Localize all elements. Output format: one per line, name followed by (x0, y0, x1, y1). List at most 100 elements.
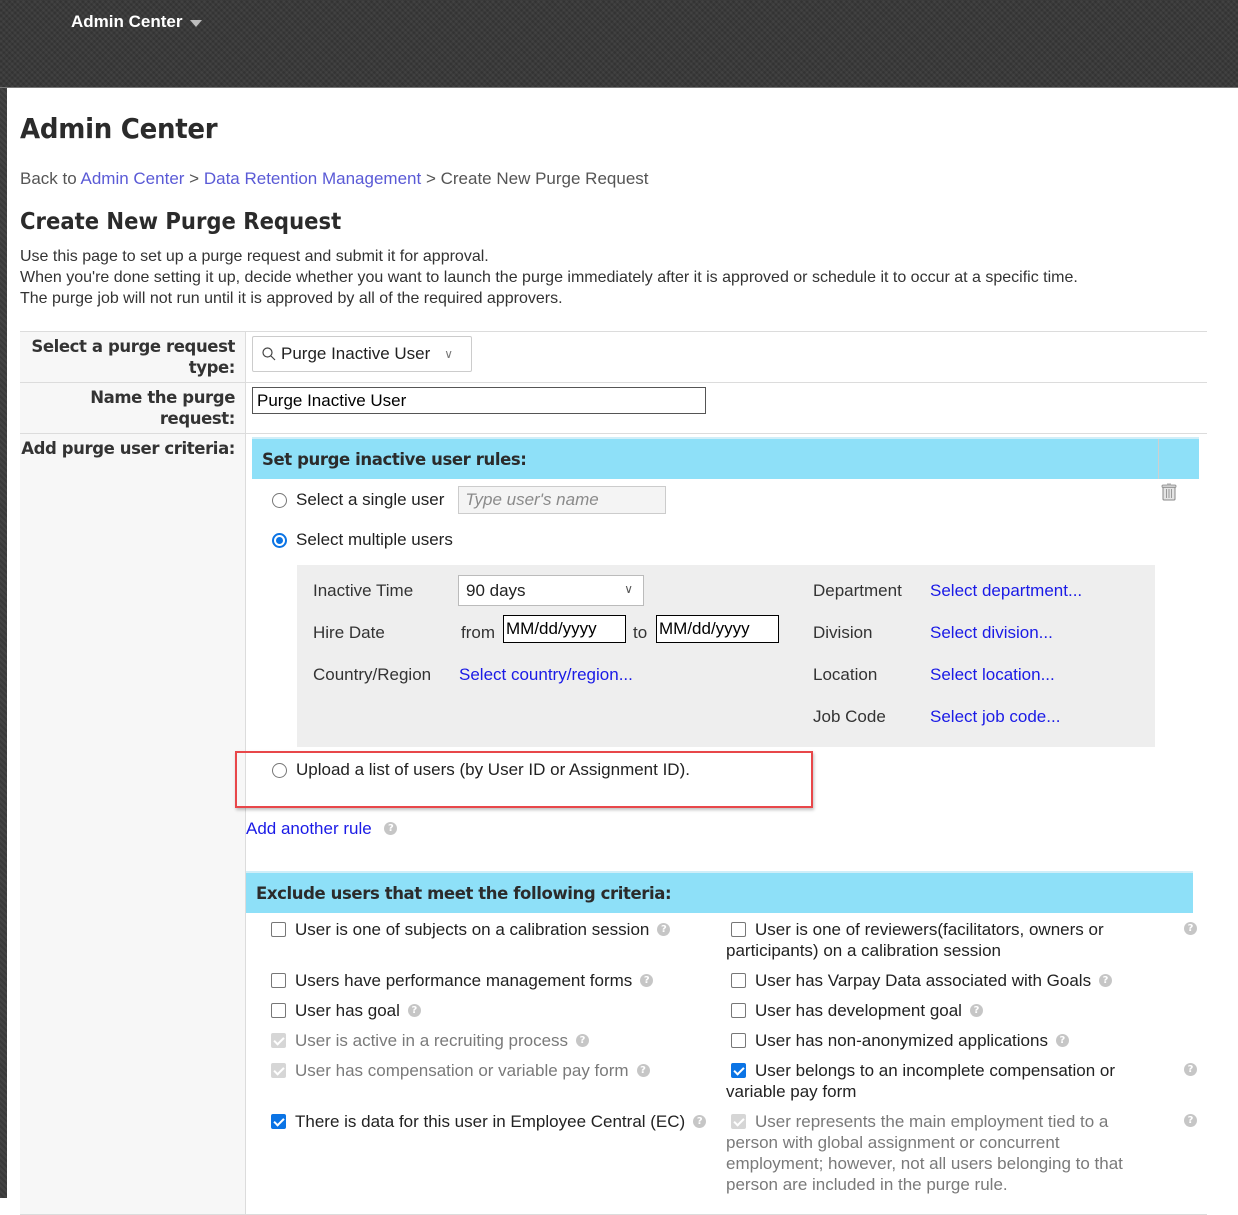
multiple-users-option: Select multiple users (272, 530, 453, 550)
exclude-option: User has non-anonymized applications? (731, 1030, 1069, 1051)
intro-line: Use this page to set up a purge request … (20, 248, 489, 265)
single-user-radio[interactable] (272, 492, 287, 508)
division-label: Division (813, 623, 873, 642)
exclude-option-label: User is one of subjects on a calibration… (295, 920, 650, 939)
exclude-option-label: User is active in a recruiting process (295, 1031, 569, 1050)
help-icon[interactable]: ? (384, 822, 398, 835)
trash-icon[interactable] (1159, 482, 1179, 502)
exclude-section-header: Exclude users that meet the following cr… (246, 871, 1193, 913)
exclude-checkbox[interactable] (731, 1003, 746, 1018)
exclude-checkbox[interactable] (271, 922, 286, 937)
exclude-checkbox[interactable] (731, 922, 746, 937)
page-title: Admin Center (20, 112, 218, 145)
add-another-rule-link[interactable]: Add another rule (246, 819, 372, 838)
upload-users-label: Upload a list of users (by User ID or As… (296, 760, 690, 779)
purge-name-input[interactable] (252, 387, 706, 414)
rules-section-title: Set purge inactive user rules: (262, 449, 527, 469)
exclude-option: User has goal? (271, 1000, 421, 1021)
hire-date-to-input[interactable] (656, 615, 779, 643)
select-job-code-link[interactable]: Select job code... (930, 707, 1060, 727)
exclude-option: User has compensation or variable pay fo… (271, 1060, 650, 1081)
multiple-users-label: Select multiple users (296, 530, 453, 549)
exclude-checkbox[interactable] (731, 973, 746, 988)
filter-panel: Inactive Time 90 days ∨ Hire Date from t… (297, 565, 1155, 747)
inactive-time-label: Inactive Time (313, 581, 414, 600)
purge-criteria-label: Add purge user criteria: (20, 434, 246, 1214)
exclude-checkbox-checked[interactable] (731, 1063, 746, 1078)
top-navigation-bar: Admin Center (0, 0, 1238, 88)
help-icon[interactable]: ? (407, 1004, 421, 1017)
breadcrumb-link-data-retention[interactable]: Data Retention Management (204, 169, 421, 188)
purge-type-select[interactable]: Purge Inactive User ∨ (252, 336, 472, 372)
chevron-down-icon: ∨ (444, 347, 454, 361)
purge-type-label: Select a purge request type: (20, 332, 246, 382)
help-icon[interactable]: ? (1184, 1063, 1197, 1076)
breadcrumb-link-admin-center[interactable]: Admin Center (81, 169, 185, 188)
admin-center-menu-label: Admin Center (71, 12, 183, 31)
help-icon[interactable]: ? (969, 1004, 983, 1017)
exclude-option-label: User is one of reviewers(facilitators, o… (726, 920, 1104, 960)
help-icon[interactable]: ? (693, 1115, 707, 1128)
purge-type-cell: Purge Inactive User ∨ (246, 332, 1207, 382)
left-edge-bar (0, 88, 7, 1198)
user-name-input[interactable] (458, 486, 667, 514)
exclude-option: User represents the main employment tied… (726, 1111, 1146, 1195)
help-icon[interactable]: ? (1184, 1114, 1197, 1127)
upload-users-option: Upload a list of users (by User ID or As… (272, 760, 690, 780)
help-icon[interactable]: ? (576, 1034, 590, 1047)
help-icon[interactable]: ? (657, 923, 671, 936)
exclude-option: User has development goal? (731, 1000, 983, 1021)
select-division-link[interactable]: Select division... (930, 623, 1053, 643)
country-region-label: Country/Region (313, 665, 432, 684)
department-label: Department (813, 581, 902, 600)
exclude-checkbox-checked[interactable] (271, 1114, 286, 1129)
purge-name-cell (246, 383, 1207, 433)
hire-date-from-input[interactable] (503, 615, 626, 643)
exclude-checkbox-disabled (731, 1114, 746, 1129)
exclude-option-label: User has goal (295, 1001, 400, 1020)
breadcrumb: Back to Admin Center > Data Retention Ma… (20, 169, 649, 189)
upload-users-radio[interactable] (272, 762, 287, 778)
admin-center-menu[interactable]: Admin Center (71, 12, 203, 32)
breadcrumb-separator: > (425, 169, 436, 188)
exclude-option: User belongs to an incomplete compensati… (726, 1060, 1146, 1102)
exclude-option-label: User belongs to an incomplete compensati… (726, 1061, 1116, 1101)
form-row-type: Select a purge request type: Purge Inact… (20, 332, 1207, 383)
help-icon[interactable]: ? (640, 974, 654, 987)
hire-date-from-label: from (461, 623, 495, 642)
purge-name-label: Name the purge request: (20, 383, 246, 433)
purge-type-value: Purge Inactive User (281, 344, 431, 363)
exclude-checkbox[interactable] (731, 1033, 746, 1048)
inactive-time-value: 90 days (466, 581, 526, 600)
help-icon[interactable]: ? (636, 1064, 650, 1077)
exclude-checkbox-disabled (271, 1063, 286, 1078)
purge-criteria-cell: Set purge inactive user rules: Select a … (235, 434, 1207, 1214)
breadcrumb-current: Create New Purge Request (440, 169, 649, 188)
select-department-link[interactable]: Select department... (930, 581, 1082, 601)
select-country-region-link[interactable]: Select country/region... (459, 665, 633, 685)
help-icon[interactable]: ? (1184, 922, 1197, 935)
exclude-option: User is active in a recruiting process? (271, 1030, 590, 1051)
select-location-link[interactable]: Select location... (930, 665, 1055, 685)
caret-down-icon (190, 19, 203, 27)
multiple-users-radio[interactable] (272, 532, 287, 548)
inactive-time-select[interactable]: 90 days ∨ (458, 575, 644, 606)
exclude-option-label: User has non-anonymized applications (755, 1031, 1048, 1050)
exclude-option: User is one of subjects on a calibration… (271, 919, 671, 940)
exclude-option-label: There is data for this user in Employee … (295, 1112, 686, 1131)
single-user-option: Select a single user (272, 486, 667, 514)
add-rule-row: Add another rule ? (246, 819, 398, 839)
intro-text: Use this page to set up a purge request … (20, 246, 1078, 309)
help-icon[interactable]: ? (1055, 1034, 1069, 1047)
exclude-option-label: User has Varpay Data associated with Goa… (755, 971, 1092, 990)
exclude-option-label: User has development goal (755, 1001, 962, 1020)
chevron-down-icon: ∨ (624, 582, 633, 596)
form-row-name: Name the purge request: (20, 383, 1207, 434)
exclude-option: Users have performance management forms? (271, 970, 654, 991)
exclude-checkbox[interactable] (271, 973, 286, 988)
exclude-option: There is data for this user in Employee … (271, 1111, 707, 1132)
exclude-option-label: User represents the main employment tied… (726, 1112, 1123, 1194)
help-icon[interactable]: ? (1099, 974, 1113, 987)
exclude-checkbox[interactable] (271, 1003, 286, 1018)
header-divider (1158, 439, 1159, 479)
